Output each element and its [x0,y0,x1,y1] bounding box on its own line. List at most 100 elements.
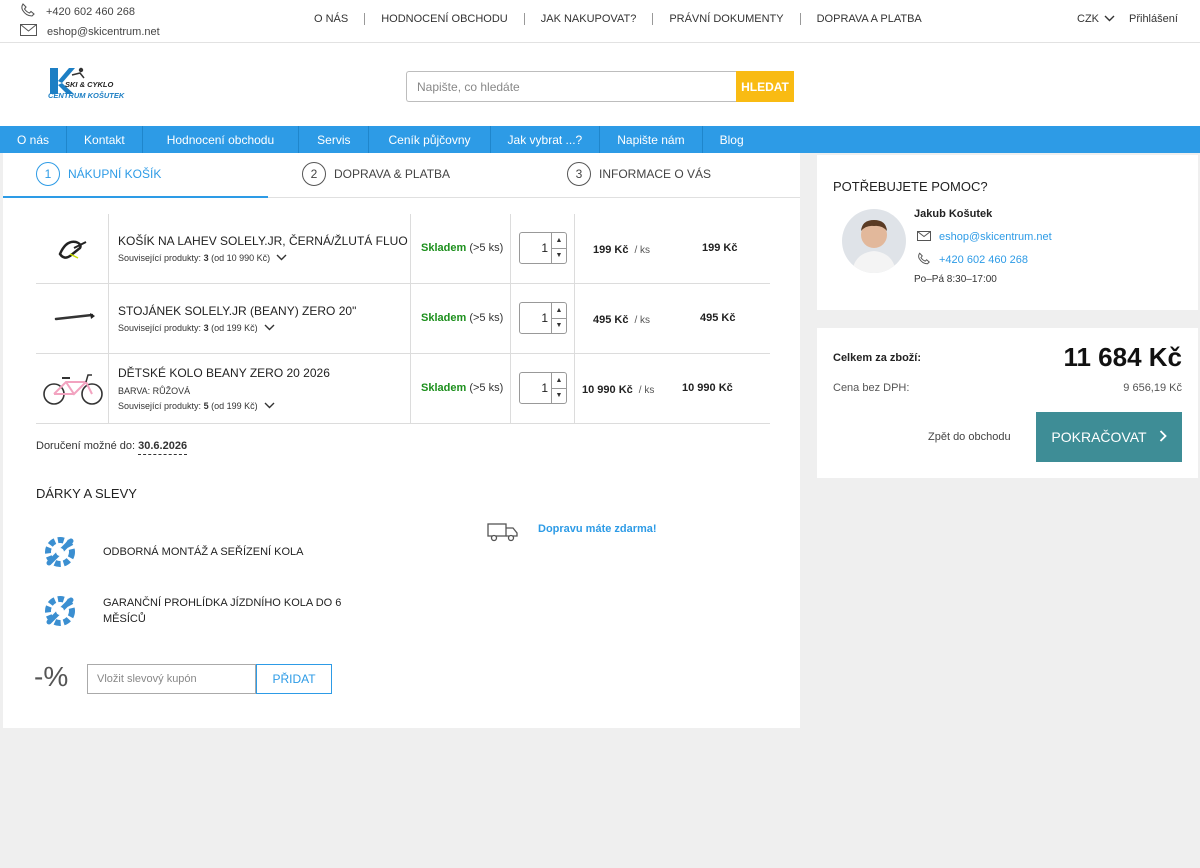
product-image[interactable] [54,310,96,327]
row-total: 199 Kč [702,242,738,254]
per-unit: / ks [634,245,651,256]
wrench-gear-icon [41,592,79,633]
product-image[interactable] [56,236,90,265]
stock-label: Skladem [421,242,467,254]
logo[interactable]: SKI & CYKLO CENTRUM KOŠUTEK [47,66,139,102]
back-to-shop-link[interactable]: Zpět do obchodu [928,431,1011,443]
step-cart[interactable]: 1 NÁKUPNÍ KOŠÍK [36,162,161,186]
gifts-title: DÁRKY A SLEVY [36,486,137,501]
related-from: (od 199 Kč) [211,401,258,411]
total-value: 11 684 Kč [1063,342,1182,372]
search-button[interactable]: HLEDAT [736,71,794,102]
delivery-date[interactable]: 30.6.2026 [138,440,188,455]
cart-panel: 1 NÁKUPNÍ KOŠÍK 2 DOPRAVA & PLATBA 3 INF… [3,153,800,728]
delivery-info: Doručení možné do: 30.6.2026 [36,440,188,455]
product-name[interactable]: KOŠÍK NA LAHEV SOLELY.JR, ČERNÁ/ŽLUTÁ FL… [118,234,408,248]
step-label: NÁKUPNÍ KOŠÍK [68,167,162,181]
step-label: INFORMACE O VÁS [599,167,712,181]
total-label: Celkem za zboží: [833,352,922,364]
divider [268,197,800,198]
related-products-toggle[interactable]: Související produkty: 5 (od 199 Kč) [118,401,275,411]
related-products-toggle[interactable]: Související produkty: 3 (od 10 990 Kč) [118,253,287,263]
help-phone-link[interactable]: +420 602 460 268 [917,252,1028,268]
stock-qty: (>5 ks) [469,242,504,254]
avatar [842,209,906,273]
step-label: DOPRAVA & PLATBA [334,167,451,181]
phone-icon [917,252,931,268]
nav-item-how-to-choose[interactable]: Jak vybrat ...? [491,126,601,153]
stock-status: Skladem (>5 ks) [421,312,503,324]
product-image[interactable] [42,372,104,409]
currency-select[interactable]: CZK [1077,13,1115,25]
unit-price-value: 10 990 Kč [582,384,633,396]
stock-status: Skladem (>5 ks) [421,242,503,254]
stock-status: Skladem (>5 ks) [421,382,503,394]
cart-row: STOJÁNEK SOLELY.JR (BEANY) ZERO 20" Souv… [36,284,770,354]
related-count: 3 [203,323,209,333]
quantity-stepper[interactable]: 1 ▲ ▼ [519,302,567,334]
top-nav-shipping[interactable]: DOPRAVA A PLATBA [801,13,938,25]
top-nav-legal[interactable]: PRÁVNÍ DOKUMENTY [653,13,799,25]
nav-item-blog[interactable]: Blog [703,126,761,153]
logo-line1: SKI & CYKLO [65,80,114,89]
search-input[interactable] [406,71,736,102]
login-link[interactable]: Přihlášení [1129,13,1178,25]
related-products-toggle[interactable]: Související produkty: 3 (od 199 Kč) [118,323,275,333]
quantity-stepper[interactable]: 1 ▲ ▼ [519,372,567,404]
decrement-icon[interactable]: ▼ [552,389,566,404]
top-nav-about[interactable]: O NÁS [298,13,364,25]
search-bar: HLEDAT [406,71,794,102]
continue-button[interactable]: POKRAČOVAT [1036,412,1182,462]
currency-value: CZK [1077,13,1099,25]
gift-item: GARANČNÍ PROHLÍDKA JÍZDNÍHO KOLA DO 6 MĚ… [103,597,342,625]
related-label: Související produkty: [118,253,202,263]
nav-item-service[interactable]: Servis [299,126,370,153]
top-nav-reviews[interactable]: HODNOCENÍ OBCHODU [365,13,524,25]
chevron-down-icon [276,253,287,263]
coupon-input[interactable] [87,664,256,694]
quantity-value[interactable]: 1 [520,373,551,403]
free-shipping-text: Dopravu máte zdarma! [538,523,657,535]
top-nav-how-to-buy[interactable]: JAK NAKUPOVAT? [525,13,653,25]
chevron-down-icon [264,401,275,411]
product-name[interactable]: DĚTSKÉ KOLO BEANY ZERO 20 2026 [118,366,330,380]
quantity-value[interactable]: 1 [520,233,551,263]
stock-qty: (>5 ks) [469,382,504,394]
nav-item-contact[interactable]: Kontakt [67,126,143,153]
nav-item-about[interactable]: O nás [0,126,68,153]
add-coupon-button[interactable]: PŘIDAT [256,664,332,694]
chevron-right-icon [1159,429,1167,445]
row-total: 10 990 Kč [682,382,733,394]
quantity-stepper[interactable]: 1 ▲ ▼ [519,232,567,264]
top-bar: +420 602 460 268 eshop@skicentrum.net O … [0,0,1200,43]
nav-item-write-us[interactable]: Napište nám [600,126,703,153]
net-label: Cena bez DPH: [833,382,910,394]
help-title: POTŘEBUJETE POMOC? [833,179,988,194]
related-from: (od 10 990 Kč) [211,253,271,263]
related-label: Související produkty: [118,323,202,333]
unit-price-value: 495 Kč [593,314,629,326]
related-from: (od 199 Kč) [211,323,258,333]
quantity-value[interactable]: 1 [520,303,551,333]
top-email-text: eshop@skicentrum.net [47,25,160,38]
step-shipping[interactable]: 2 DOPRAVA & PLATBA [302,162,450,186]
nav-item-reviews[interactable]: Hodnocení obchodu [143,126,300,153]
nav-item-rental-prices[interactable]: Ceník půjčovny [369,126,491,153]
per-unit: / ks [634,315,651,326]
help-email-link[interactable]: eshop@skicentrum.net [917,230,1052,244]
decrement-icon[interactable]: ▼ [552,249,566,264]
gift-item: ODBORNÁ MONTÁŽ A SEŘÍZENÍ KOLA [103,546,304,558]
top-phone-text: +420 602 460 268 [46,5,136,18]
step-info[interactable]: 3 INFORMACE O VÁS [567,162,711,186]
top-email[interactable]: eshop@skicentrum.net [20,24,160,39]
stock-qty: (>5 ks) [469,312,504,324]
cart-row: KOŠÍK NA LAHEV SOLELY.JR, ČERNÁ/ŽLUTÁ FL… [36,214,770,284]
product-name[interactable]: STOJÁNEK SOLELY.JR (BEANY) ZERO 20" [118,304,356,318]
top-phone[interactable]: +420 602 460 268 [20,3,135,20]
delivery-label: Doručení možné do: [36,440,136,452]
mail-icon [20,24,37,39]
increment-icon[interactable]: ▲ [552,233,566,249]
decrement-icon[interactable]: ▼ [552,319,566,334]
increment-icon[interactable]: ▲ [552,303,566,319]
increment-icon[interactable]: ▲ [552,373,566,389]
